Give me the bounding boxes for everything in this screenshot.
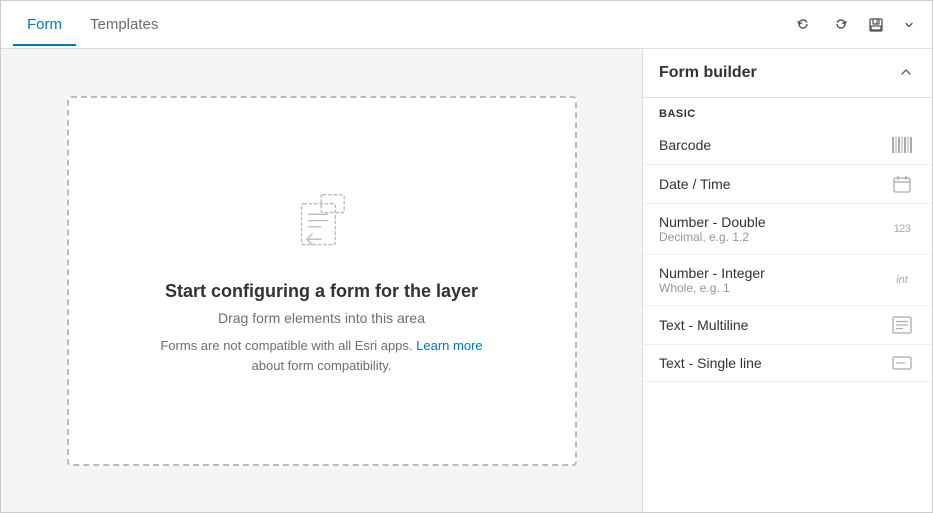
toolbar-actions — [790, 13, 920, 37]
drop-zone-icon — [282, 186, 362, 261]
element-number-integer-name: Number - Integer — [659, 265, 765, 281]
drop-zone-note: Forms are not compatible with all Esri a… — [152, 336, 492, 375]
more-button[interactable] — [898, 16, 920, 34]
collapse-button[interactable] — [896, 63, 916, 83]
main-content: Start configuring a form for the layer D… — [1, 49, 932, 512]
element-barcode[interactable]: Barcode — [643, 126, 932, 165]
number-double-icon: 123 — [888, 223, 916, 235]
element-text-multiline[interactable]: Text - Multiline — [643, 306, 932, 345]
element-datetime-name: Date / Time — [659, 176, 731, 192]
calendar-icon — [888, 175, 916, 193]
redo-button[interactable] — [826, 13, 854, 37]
singleline-icon — [888, 356, 916, 370]
element-text-multiline-name: Text - Multiline — [659, 317, 748, 333]
right-panel: Form builder BASIC Barcode — [642, 49, 932, 512]
learn-more-link[interactable]: Learn more — [416, 338, 482, 353]
number-integer-icon: int — [888, 274, 916, 286]
element-datetime[interactable]: Date / Time — [643, 165, 932, 204]
section-basic-label: BASIC — [643, 98, 932, 126]
tab-bar: Form Templates — [1, 1, 932, 49]
element-number-integer-desc: Whole, e.g. 1 — [659, 281, 765, 295]
drop-zone-subtitle: Drag form elements into this area — [218, 310, 425, 326]
multiline-icon — [888, 316, 916, 334]
panel-title: Form builder — [659, 64, 757, 82]
element-text-singleline[interactable]: Text - Single line — [643, 345, 932, 382]
drop-zone-title: Start configuring a form for the layer — [165, 281, 478, 302]
element-number-integer[interactable]: Number - Integer Whole, e.g. 1 int — [643, 255, 932, 306]
element-number-double-desc: Decimal, e.g. 1.2 — [659, 230, 766, 244]
element-number-double-name: Number - Double — [659, 214, 766, 230]
element-barcode-name: Barcode — [659, 137, 711, 153]
left-panel: Start configuring a form for the layer D… — [1, 49, 642, 512]
tab-templates[interactable]: Templates — [76, 4, 172, 45]
drop-zone: Start configuring a form for the layer D… — [67, 96, 577, 466]
tab-form[interactable]: Form — [13, 4, 76, 45]
element-text-singleline-name: Text - Single line — [659, 355, 762, 371]
panel-header: Form builder — [643, 49, 932, 98]
element-number-double[interactable]: Number - Double Decimal, e.g. 1.2 123 — [643, 204, 932, 255]
barcode-icon — [888, 136, 916, 154]
save-button[interactable] — [862, 13, 890, 37]
undo-button[interactable] — [790, 13, 818, 37]
element-list: BASIC Barcode — [643, 98, 932, 512]
